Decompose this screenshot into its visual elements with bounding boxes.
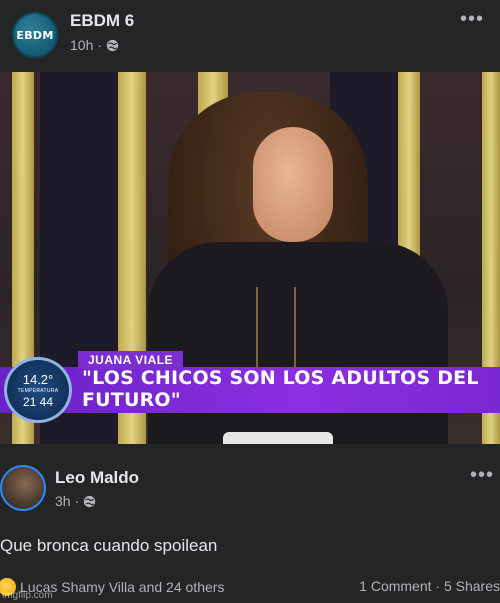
- globe-icon: [106, 39, 119, 51]
- temperature-clock-badge: 14.2° TEMPERATURA 21 44: [4, 357, 72, 423]
- comment-card: Leo Maldo 3h · ••• Que bronca cuando spo…: [0, 444, 500, 603]
- post-time[interactable]: 10h: [70, 37, 93, 53]
- person-hand: [223, 432, 333, 444]
- page-avatar-text: EBDM: [16, 28, 54, 42]
- badge-label: TEMPERATURA: [17, 387, 59, 394]
- comment-meta: 3h ·: [55, 493, 96, 509]
- comment-share-stats[interactable]: 1 Comment · 5 Shares: [359, 578, 500, 594]
- post-header: EBDM EBDM 6 10h · •••: [0, 0, 500, 72]
- post-meta: 10h ·: [70, 37, 119, 53]
- chyron-quote: "LOS CHICOS SON LOS ADULTOS DEL FUTURO": [82, 367, 479, 411]
- imgflip-watermark: imgflip.com: [2, 590, 53, 601]
- page-avatar[interactable]: EBDM: [12, 12, 58, 58]
- more-options-icon[interactable]: •••: [460, 8, 484, 31]
- meta-separator: ·: [74, 493, 80, 509]
- person-face: [253, 127, 333, 242]
- globe-icon: [84, 495, 96, 507]
- page-name[interactable]: EBDM 6: [70, 11, 134, 31]
- reactions-row: Lucas Shamy Villa and 24 others 1 Commen…: [0, 576, 500, 598]
- post-image[interactable]: JUANA VIALE "LOS CHICOS SON LOS ADULTOS …: [0, 72, 500, 444]
- meta-separator: ·: [97, 37, 103, 53]
- badge-time: 21 44: [22, 394, 54, 409]
- commenter-avatar[interactable]: [0, 465, 46, 511]
- comment-time[interactable]: 3h: [55, 493, 71, 509]
- person-body: [148, 242, 448, 444]
- more-options-icon[interactable]: •••: [470, 464, 494, 487]
- comment-text: Que bronca cuando spoilean: [0, 536, 218, 555]
- commenter-name[interactable]: Leo Maldo: [55, 468, 139, 488]
- badge-temperature: 14.2°: [22, 371, 54, 387]
